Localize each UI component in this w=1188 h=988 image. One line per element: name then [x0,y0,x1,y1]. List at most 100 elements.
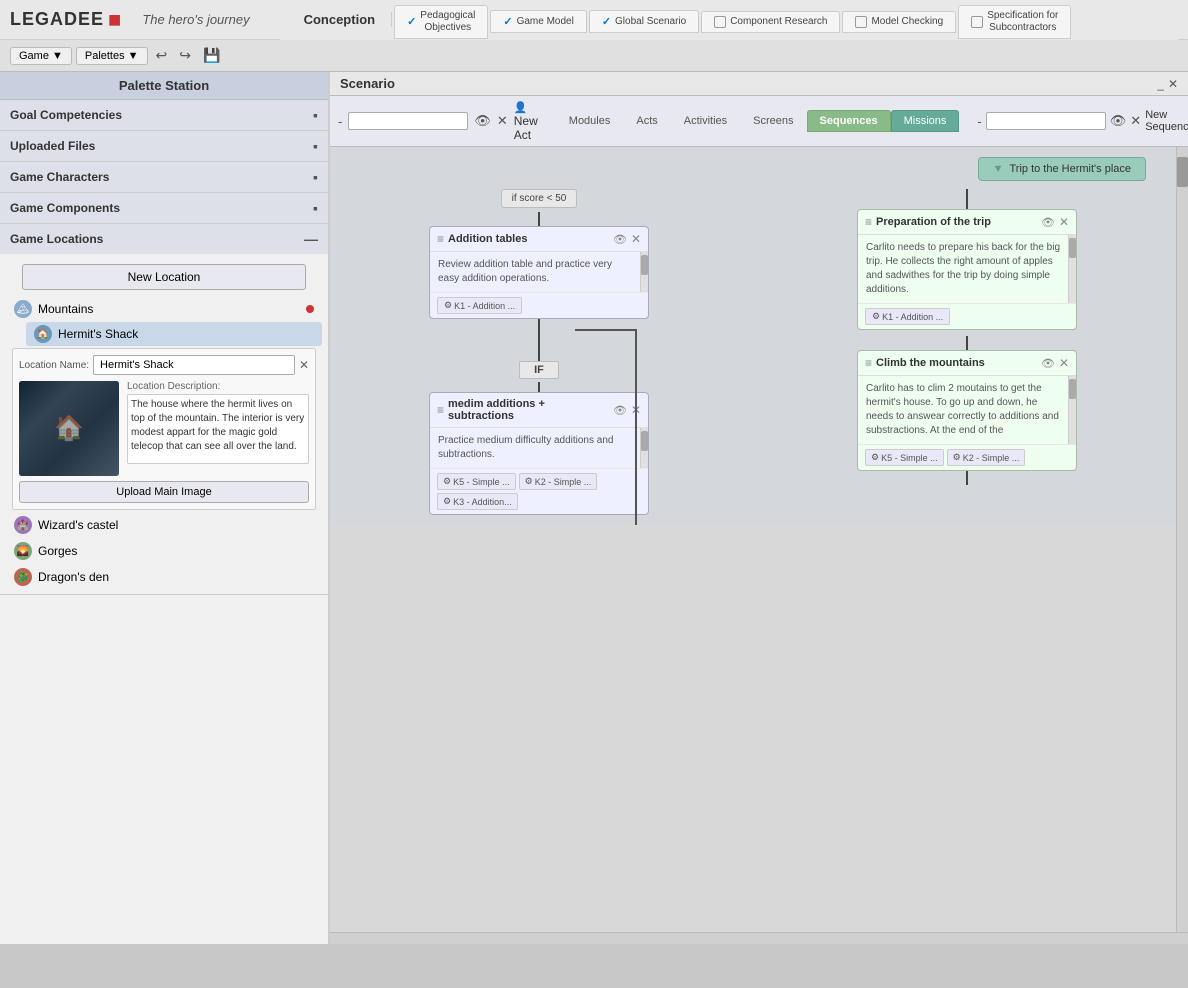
location-label-dragons: Dragon's den [38,570,314,584]
section-toggle-icon: ▪ [313,138,318,154]
card-eye-btn[interactable]: 👁 [1041,357,1055,370]
flow-card-climb: ≡ Climb the mountains 👁 ✕ Carlito has to… [857,350,1077,471]
canvas-scrollbar-right[interactable] [1176,147,1188,932]
location-image-display [19,381,119,476]
right-column: ≡ Preparation of the trip 👁 ✕ Carlito ne… [768,189,1166,515]
tag-label: K1 - Addition ... [454,301,515,311]
card-header: ≡ medim additions + subtractions 👁 ✕ [430,393,648,428]
tab-modules[interactable]: Modules [556,110,624,132]
tab-check-empty-icon [971,16,983,28]
location-item-mountains[interactable]: 🏔 Mountains [6,296,322,322]
tab-label: Specification forSubcontractors [987,10,1058,34]
act-clear-btn[interactable]: ✕ [497,113,508,129]
v-connector-1 [538,212,540,226]
tab-activities[interactable]: Activities [671,110,740,132]
tab-game-model[interactable]: ✓ Game Model [490,10,586,33]
section-header-characters[interactable]: Game Characters ▪ [0,162,328,192]
section-toggle-icon: — [304,231,318,247]
tab-screens[interactable]: Screens [740,110,806,132]
scenario-header: Scenario _ ✕ [330,72,1188,96]
zoom-out-seq-btn[interactable]: - [977,114,981,129]
mission-label: Trip to the Hermit's place [1009,163,1131,175]
card-close-btn[interactable]: ✕ [1059,356,1069,370]
sub-location-hermits-shack[interactable]: 🏠 Hermit's Shack [26,322,322,346]
if-label: IF [519,361,559,379]
scenario-toolbar: - 👁 ✕ 👤 New Act Modules Acts Activities … [330,96,1188,147]
palettes-menu-btn[interactable]: Palettes ▼ [76,47,148,65]
card-menu-icon: ≡ [437,403,444,417]
section-header-locations[interactable]: Game Locations — [0,224,328,254]
seq-clear-btn[interactable]: ✕ [1130,113,1141,129]
card-scrollbar[interactable] [640,428,648,468]
scenario-minimize-btn[interactable]: _ [1157,77,1164,91]
card-close-btn[interactable]: ✕ [1059,215,1069,229]
location-item-dragons[interactable]: 🐉 Dragon's den [6,564,322,590]
tag-label: K2 - Simple ... [963,453,1020,463]
game-menu-btn[interactable]: Game ▼ [10,47,72,65]
tab-sequences[interactable]: Sequences [807,110,891,132]
save-btn[interactable]: 💾 [199,45,224,66]
section-goal-competencies: Goal Competencies ▪ [0,100,328,131]
card-body-wrapper: Review addition table and practice very … [430,252,648,292]
section-header-uploaded[interactable]: Uploaded Files ▪ [0,131,328,161]
card-close-btn[interactable]: ✕ [631,232,641,246]
card-scrollbar[interactable] [1068,376,1076,444]
act-eye-btn[interactable]: 👁 [474,113,491,129]
undo-btn[interactable]: ↩ [152,45,172,66]
section-label: Game Characters [10,170,109,184]
scenario-close-btn[interactable]: ✕ [1168,77,1178,91]
upload-main-image-btn[interactable]: Upload Main Image [19,481,309,503]
section-header-goal[interactable]: Goal Competencies ▪ [0,100,328,130]
tab-acts[interactable]: Acts [623,110,670,132]
card-eye-btn[interactable]: 👁 [1041,216,1055,229]
redo-btn[interactable]: ↪ [175,45,195,66]
card-body-wrapper: Carlito has to clim 2 moutains to get th… [858,376,1076,444]
section-toggle-icon: ▪ [313,200,318,216]
section-game-characters: Game Characters ▪ [0,162,328,193]
card-header: ≡ Preparation of the trip 👁 ✕ [858,210,1076,235]
card-footer: ⚙K1 - Addition ... [858,303,1076,329]
section-header-components[interactable]: Game Components ▪ [0,193,328,223]
card-scrollbar[interactable] [1068,235,1076,303]
flow-card-medium-additions: ≡ medim additions + subtractions 👁 ✕ Pra… [429,392,649,515]
tag-icon: ⚙ [443,496,451,507]
tag-icon: ⚙ [871,452,879,463]
card-scrollbar-thumb [641,255,648,275]
game-label: Game [19,50,49,62]
seq-eye-btn[interactable]: 👁 [1110,113,1127,129]
tag-label: K1 - Addition ... [882,312,943,322]
tab-specification[interactable]: Specification forSubcontractors [958,5,1071,39]
location-icon-hermits: 🏠 [34,325,52,343]
zoom-out-btn[interactable]: - [338,114,342,129]
condition-box: if score < 50 [501,189,578,208]
card-scrollbar[interactable] [640,252,648,292]
card-title: Preparation of the trip [876,216,1037,228]
tab-model-checking[interactable]: Model Checking [842,11,956,33]
location-desc-text: The house where the hermit lives on top … [127,394,309,464]
location-icon-wizards: 🏰 [14,516,32,534]
canvas-scrollbar-bottom[interactable] [330,932,1188,944]
tag-label: K3 - Addition... [453,497,512,507]
tab-pedagogical-objectives[interactable]: ✓ PedagogicalObjectives [394,5,488,39]
card-eye-btn[interactable]: 👁 [613,404,627,417]
new-location-button[interactable]: New Location [22,264,306,290]
canvas-wrapper: ▼ Trip to the Hermit's place if score < … [330,147,1188,932]
scenario-canvas[interactable]: ▼ Trip to the Hermit's place if score < … [330,147,1176,525]
mission-header-box: ▼ Trip to the Hermit's place [978,157,1146,181]
tab-missions[interactable]: Missions [891,110,960,132]
location-item-gorges[interactable]: 🌄 Gorges [6,538,322,564]
tab-global-scenario[interactable]: ✓ Global Scenario [589,10,699,33]
location-item-wizards[interactable]: 🏰 Wizard's castel [6,512,322,538]
seq-name-input[interactable] [986,112,1106,130]
act-name-input[interactable] [348,112,468,130]
location-icon-dragons: 🐉 [14,568,32,586]
tab-component-research[interactable]: Component Research [701,11,840,33]
location-name-clear-btn[interactable]: ✕ [299,358,309,372]
tag-icon: ⚙ [443,476,451,487]
card-eye-btn[interactable]: 👁 [613,233,627,246]
card-tag-k5: ⚙K5 - Simple ... [437,473,516,490]
location-name-input[interactable] [93,355,295,375]
tab-check-icon: ✓ [407,15,416,28]
section-game-locations: Game Locations — New Location 🏔 Mountain… [0,224,328,595]
section-toggle-icon: ▪ [313,107,318,123]
